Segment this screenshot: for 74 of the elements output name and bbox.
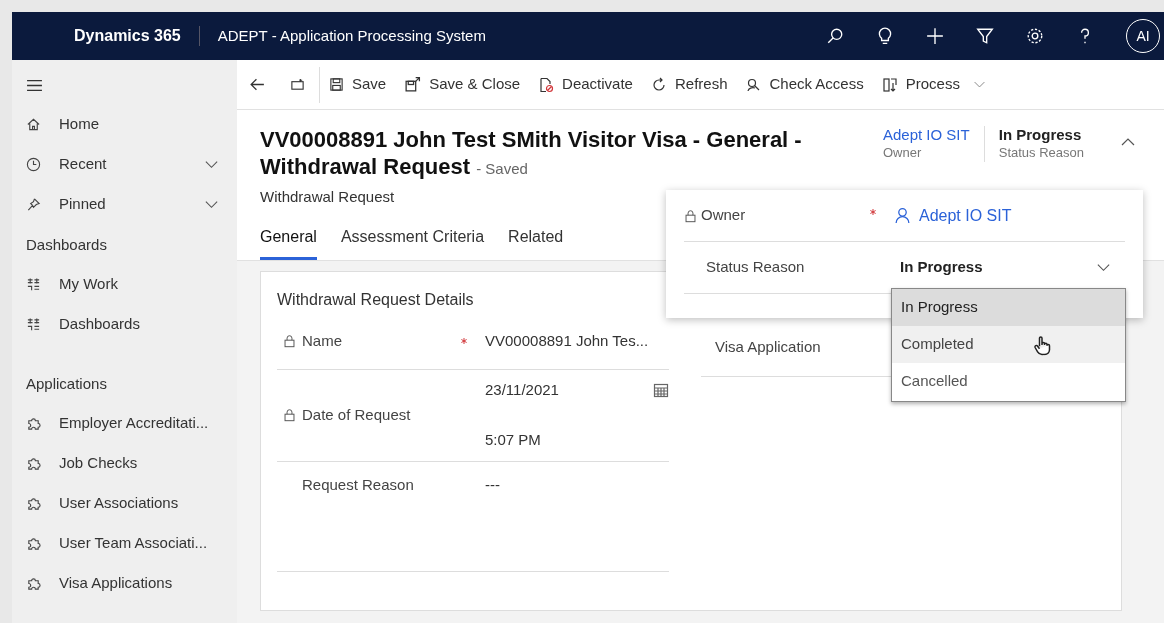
field-value[interactable]: VV00008891 John Tes... [477,329,649,352]
header-field-label: Owner [883,144,923,162]
date-field[interactable]: 23/11/2021 [485,378,559,401]
sidebar-item[interactable]: Recent [12,144,237,184]
tab[interactable]: Assessment Criteria [340,224,485,260]
brand-name[interactable]: Dynamics 365 [74,24,181,48]
plus-icon[interactable] [926,27,944,45]
field-label: Owner [701,205,746,226]
sidebar-item[interactable]: User Associations [12,483,237,523]
window-icon [290,77,305,92]
command-button[interactable]: Deactivate [529,66,642,103]
lock-icon [684,208,697,223]
record-title: VV00008891 John Test SMith Visitor Visa - General - Withdrawal Request - Saved [260,126,803,181]
owner-link[interactable]: Adept IO SIT [883,126,970,144]
pin-icon [26,196,41,212]
dropdown-option[interactable]: Cancelled [892,363,1125,400]
app-title[interactable]: ADEPT - Application Processing System [217,24,486,48]
save-close-icon [404,76,422,93]
save-icon [329,77,344,92]
sidebar-item[interactable]: Home [12,104,237,144]
process-icon [881,76,898,93]
owner-link[interactable]: Adept IO SIT [919,203,1012,228]
person-icon [894,207,911,224]
dashboard-icon [26,277,41,292]
dropdown-option[interactable]: Completed [892,326,1125,363]
lock-icon [283,408,296,422]
command-button[interactable]: Process [872,66,969,103]
command-button[interactable]: Save [319,66,396,103]
sidebar-item[interactable]: Dashboards [12,304,237,345]
field-label: Name [302,330,342,351]
puzzle-icon [26,535,41,551]
command-button[interactable]: Refresh [641,66,737,103]
settings-icon[interactable] [1026,27,1044,45]
sidebar-item[interactable]: My Work [12,264,237,305]
clock-icon [26,156,41,172]
dropdown-option[interactable]: In Progress [892,289,1125,326]
required-icon [870,208,876,215]
filter-icon[interactable] [976,27,994,45]
section-title: Withdrawal Request Details [277,289,475,310]
sidebar-item[interactable]: Visa Applications [12,563,237,603]
command-button[interactable]: Check Access [736,66,873,103]
puzzle-icon [26,575,41,591]
home-icon [26,116,41,132]
field-label: Visa Application [715,337,821,355]
puzzle-icon [26,495,41,511]
field-label: Status Reason [705,257,806,278]
field-label: Date of Request [302,404,411,425]
command-button[interactable]: Save & Close [395,66,530,103]
entity-name: Withdrawal Request [260,187,396,207]
dashboard-icon [26,317,41,332]
calendar-icon[interactable] [653,381,669,398]
back-arrow-icon [249,76,266,93]
sidebar-item[interactable]: User Team Associati... [12,523,237,563]
search-icon[interactable] [826,27,844,45]
lock-icon [283,333,296,348]
search-person-icon [745,76,762,93]
puzzle-icon [26,415,41,431]
lightbulb-icon[interactable] [876,27,894,45]
field-value[interactable]: --- [477,473,500,496]
sidebar-item[interactable]: Job Checks [12,443,237,483]
sidebar-heading: Dashboards [25,235,108,255]
sidebar-heading: Applications [25,373,108,394]
sidebar-item[interactable]: Pinned [12,184,237,224]
tab[interactable]: Related [508,224,564,260]
refresh-icon [650,76,667,93]
document-cancel-icon [538,76,555,93]
header-value: In Progress [998,126,1083,144]
sidebar-item[interactable]: Employer Accreditati... [12,403,237,443]
field-label: Request Reason [302,474,414,495]
puzzle-icon [26,455,41,471]
time-field[interactable]: 5:07 PM [485,429,669,452]
header-field-label: Status Reason [998,144,1084,162]
required-icon [461,337,467,344]
status-select[interactable]: In Progress [900,250,1125,285]
